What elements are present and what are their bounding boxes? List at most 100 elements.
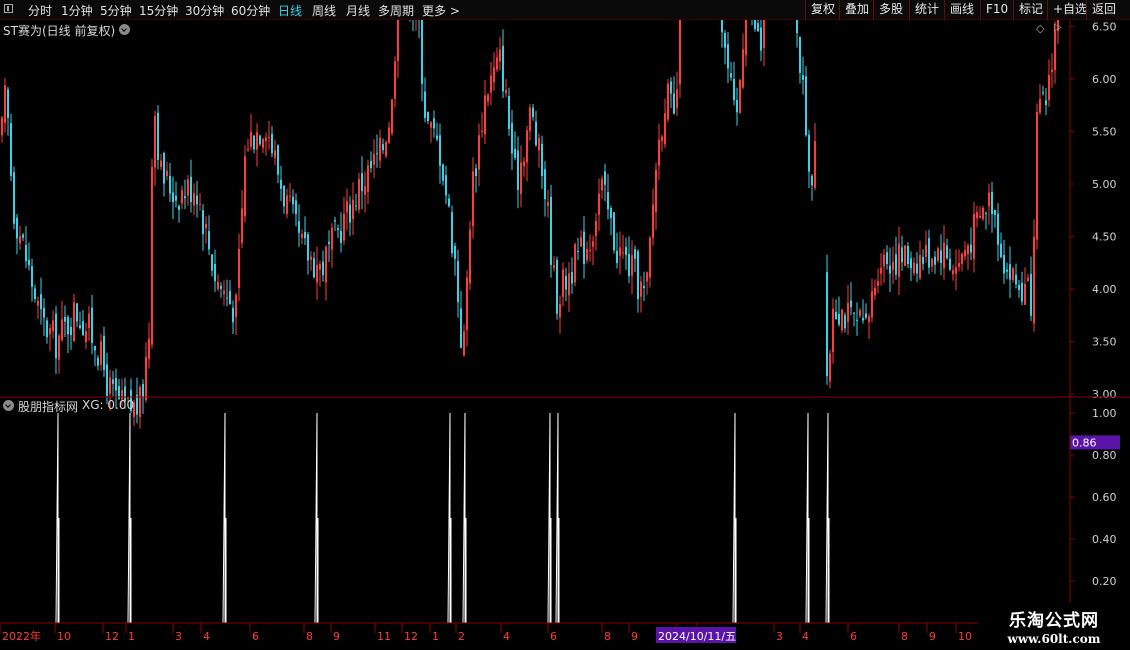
candle-body [478, 135, 480, 170]
candle-body [544, 169, 546, 200]
candle-body [742, 49, 744, 88]
candle-body [760, 27, 762, 51]
candle-body [190, 176, 192, 202]
tab-daily[interactable]: 日线 [278, 2, 302, 19]
candle-body [85, 331, 87, 343]
candle-body [598, 193, 600, 215]
date-tick-label: 8 [604, 630, 611, 643]
candle-body [139, 387, 141, 418]
draw-line-button[interactable]: 画线 [944, 0, 979, 20]
candle-body [640, 281, 642, 297]
tab-multi-period[interactable]: 多周期 [378, 2, 414, 19]
expand-icon[interactable]: ▷ [1054, 22, 1062, 33]
candle-body [334, 220, 336, 222]
candle-body [814, 141, 816, 188]
back-button[interactable]: 返回 [1086, 0, 1121, 20]
candle-body [367, 165, 369, 192]
candle-body [370, 161, 372, 168]
price-tick-label: 4.00 [1092, 283, 1117, 296]
candle-body [1054, 30, 1056, 71]
current-value-label: 0.86 [1072, 436, 1097, 449]
candle-body [496, 57, 498, 70]
candle-body [967, 245, 969, 255]
candle-body [322, 261, 324, 276]
candle-body [382, 144, 384, 151]
mark-button[interactable]: 标记 [1013, 0, 1048, 20]
candle-body [283, 185, 285, 207]
candle-body [493, 67, 495, 83]
candle-body [166, 170, 168, 177]
candle-body [448, 198, 450, 207]
candle-body [433, 118, 435, 129]
statistics-button[interactable]: 统计 [909, 0, 944, 20]
candle-body [430, 122, 432, 128]
candle-body [763, 20, 765, 48]
indicator-tick-label: 0.40 [1092, 533, 1117, 546]
multi-stock-button[interactable]: 多股 [873, 0, 908, 20]
candle-body [625, 246, 627, 255]
candle-body [631, 255, 633, 276]
candle-body [538, 137, 540, 151]
candle-body [196, 195, 198, 205]
candle-body [241, 208, 243, 244]
candle-body [964, 250, 966, 257]
candle-body [136, 394, 138, 415]
candle-body [802, 75, 804, 80]
candle-body [532, 107, 534, 118]
candle-body [82, 320, 84, 336]
candle-body [976, 212, 978, 219]
candle-body [1027, 277, 1029, 281]
candle-body [385, 141, 387, 157]
candle-body [868, 316, 870, 323]
candle-body [730, 73, 732, 78]
tab-30min[interactable]: 30分钟 [185, 2, 224, 19]
chart-area[interactable]: 9.008.508.007.507.006.506.005.505.004.50… [0, 20, 1130, 650]
tab-15min[interactable]: 15分钟 [139, 2, 178, 19]
tab-weekly[interactable]: 周线 [312, 2, 336, 19]
candle-body [838, 313, 840, 325]
candle-body [943, 242, 945, 269]
candle-body [883, 254, 885, 267]
candle-body [607, 192, 609, 210]
candle-body [337, 228, 339, 231]
candle-body [652, 204, 654, 238]
candle-body [601, 178, 603, 191]
candle-body [550, 196, 552, 266]
candle-body [211, 254, 213, 271]
diamond-icon[interactable]: ◇ [1036, 22, 1044, 35]
candle-body [454, 245, 456, 259]
f10-button[interactable]: F10 [980, 0, 1013, 20]
candle-body [949, 258, 951, 270]
candle-body [586, 248, 588, 261]
candle-body [355, 205, 357, 207]
candle-body [997, 213, 999, 245]
adjust-button[interactable]: 复权 [805, 0, 840, 20]
chevron-down-icon[interactable] [119, 24, 130, 35]
candle-body [673, 93, 675, 114]
candle-body [361, 173, 363, 192]
candle-body [280, 179, 282, 189]
tab-intraday[interactable]: 分时 [28, 2, 52, 19]
candle-body [244, 156, 246, 217]
price-tick-label: 3.00 [1092, 388, 1117, 401]
tab-60min[interactable]: 60分钟 [231, 2, 270, 19]
menu-icon[interactable] [4, 4, 13, 13]
candle-body [577, 250, 579, 252]
candle-body [724, 32, 726, 48]
date-tick-label: 4 [802, 630, 809, 643]
tab-5min[interactable]: 5分钟 [100, 2, 132, 19]
price-tick-label: 3.50 [1092, 336, 1117, 349]
candle-body [805, 76, 807, 136]
candle-body [886, 252, 888, 264]
tab-1min[interactable]: 1分钟 [61, 2, 93, 19]
candle-body [622, 252, 624, 254]
candle-body [643, 286, 645, 289]
overlay-button[interactable]: 叠加 [839, 0, 874, 20]
candle-body [52, 320, 54, 332]
indicator-menu-icon[interactable] [3, 400, 14, 411]
stock-title: ST赛为(日线 前复权) [3, 24, 116, 38]
tab-more[interactable]: 更多 > [422, 2, 460, 19]
candle-body [574, 244, 576, 283]
tab-monthly[interactable]: 月线 [346, 2, 370, 19]
price-tick-label: 6.50 [1092, 21, 1117, 34]
